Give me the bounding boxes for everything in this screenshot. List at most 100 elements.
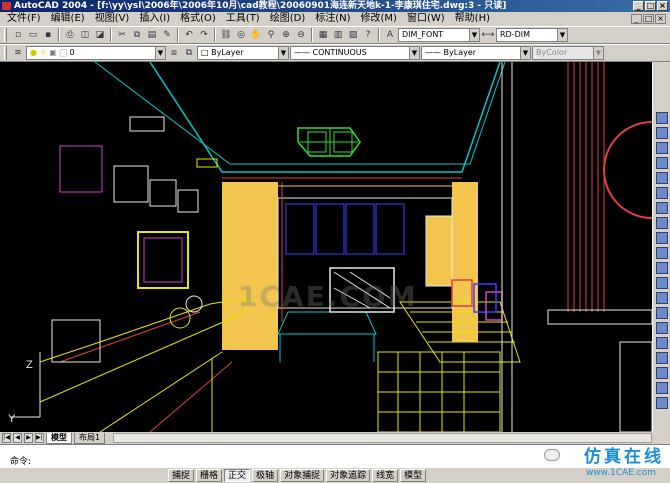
dim-style-icon[interactable]: ⟷ — [481, 28, 495, 42]
menu-view[interactable]: 视图(V) — [90, 12, 135, 26]
redo-icon[interactable]: ↷ — [197, 28, 211, 42]
linetype-sample-icon: —— — [294, 48, 310, 57]
tab-model[interactable]: 模型 — [46, 432, 72, 444]
background-icon[interactable] — [655, 307, 668, 319]
new-file-icon[interactable]: ▫ — [11, 28, 25, 42]
chevron-down-icon: ▼ — [409, 47, 419, 59]
preferences-icon[interactable] — [655, 352, 668, 364]
scene-icon[interactable] — [655, 277, 668, 289]
fog-icon[interactable] — [655, 322, 668, 334]
menu-edit[interactable]: 编辑(E) — [46, 12, 90, 26]
text-style-select[interactable]: DIM_FONT ▼ — [398, 28, 480, 42]
menu-draw[interactable]: 绘图(D) — [265, 12, 311, 26]
view-top-icon[interactable] — [655, 187, 668, 199]
save-icon[interactable]: ▪ — [41, 28, 55, 42]
lineweight-toggle[interactable]: 线宽 — [372, 469, 399, 482]
view-iso-icon[interactable] — [655, 217, 668, 229]
help-icon[interactable]: ? — [361, 28, 375, 42]
shade-icon[interactable] — [655, 112, 668, 124]
cut-icon[interactable]: ✂ — [115, 28, 129, 42]
text-style-icon[interactable]: A — [383, 28, 397, 42]
doc-restore-button[interactable]: □ — [643, 14, 654, 24]
menu-tools[interactable]: 工具(T) — [221, 12, 265, 26]
color-select[interactable]: □ ByLayer ▼ — [197, 46, 289, 60]
layer-name-value: 0 — [69, 48, 75, 57]
linetype-select[interactable]: —— CONTINUOUS ▼ — [290, 46, 420, 60]
maximize-button[interactable]: □ — [645, 1, 656, 11]
orbit-icon[interactable] — [655, 157, 668, 169]
otrack-toggle[interactable]: 对象追踪 — [326, 469, 371, 482]
paste-icon[interactable]: ▤ — [145, 28, 159, 42]
layer-manager-icon[interactable]: ≋ — [11, 46, 25, 60]
menu-insert[interactable]: 插入(I) — [134, 12, 175, 26]
render-icon[interactable] — [655, 127, 668, 139]
box-icon[interactable] — [655, 397, 668, 409]
wall-painting-inner — [143, 237, 183, 283]
print-icon[interactable]: ⎙ — [63, 28, 77, 42]
doc-close-button[interactable]: × — [655, 14, 666, 24]
osnap-icon[interactable]: ◎ — [234, 28, 248, 42]
toolbar-grip[interactable] — [4, 46, 7, 60]
ortho-toggle[interactable]: 正交 — [224, 469, 251, 482]
design-center-icon[interactable]: ▥ — [331, 28, 345, 42]
publish-icon[interactable]: ◪ — [93, 28, 107, 42]
status-bar: 捕捉 栅格 正交 极轴 对象捕捉 对象追踪 线宽 模型 — [0, 468, 670, 483]
camera-icon[interactable] — [655, 232, 668, 244]
minimize-button[interactable]: _ — [633, 1, 644, 11]
match-properties-icon[interactable]: ✎ — [160, 28, 174, 42]
osnap-toggle[interactable]: 对象捕捉 — [280, 469, 325, 482]
undo-icon[interactable]: ↶ — [182, 28, 196, 42]
doc-minimize-button[interactable]: _ — [631, 14, 642, 24]
zoom-realtime-icon[interactable]: ⚲ — [264, 28, 278, 42]
print-preview-icon[interactable]: ◫ — [78, 28, 92, 42]
layout-tabs-bar: |◀ ◀ ▶ ▶| 模型 布局1 — [0, 432, 652, 444]
next-tab-arrow-icon[interactable]: ▶ — [24, 433, 33, 443]
lineweight-select[interactable]: —— ByLayer ▼ — [421, 46, 531, 60]
open-file-icon[interactable]: ▭ — [26, 28, 40, 42]
menu-format[interactable]: 格式(O) — [175, 12, 221, 26]
view-front-icon[interactable] — [655, 172, 668, 184]
polar-toggle[interactable]: 极轴 — [252, 469, 279, 482]
dim-style-select[interactable]: RD-DIM ▼ — [496, 28, 568, 42]
statistics-icon[interactable] — [655, 337, 668, 349]
properties-icon[interactable]: ▦ — [316, 28, 330, 42]
make-current-layer-icon[interactable]: ⧈ — [167, 46, 181, 60]
snap-toggle[interactable]: 捕捉 — [168, 469, 195, 482]
menu-file[interactable]: 文件(F) — [2, 12, 46, 26]
material-icon[interactable] — [655, 262, 668, 274]
horizontal-scrollbar[interactable] — [113, 433, 652, 443]
toolbar-grip[interactable] — [4, 28, 7, 42]
plotstyle-select[interactable]: ByColor ▼ — [532, 46, 604, 60]
grid-toggle[interactable]: 栅格 — [196, 469, 223, 482]
window-pane — [345, 203, 375, 255]
menu-modify[interactable]: 修改(M) — [356, 12, 402, 26]
dim-style-value: RD-DIM — [500, 30, 531, 39]
layer-previous-icon[interactable]: ⧉ — [182, 46, 196, 60]
command-window[interactable]: 命令: — [0, 444, 670, 468]
sphere-icon[interactable] — [655, 367, 668, 379]
hyperlink-icon[interactable]: ⛓ — [219, 28, 233, 42]
autocad-app-icon[interactable] — [2, 2, 11, 10]
first-tab-arrow-icon[interactable]: |◀ — [2, 433, 11, 443]
cone-icon[interactable] — [655, 382, 668, 394]
close-button[interactable]: × — [657, 1, 668, 11]
view-side-icon[interactable] — [655, 202, 668, 214]
prev-tab-arrow-icon[interactable]: ◀ — [13, 433, 22, 443]
drawing-viewport[interactable]: Z Y 1CAE.COM — [0, 62, 652, 432]
menu-window[interactable]: 窗口(W) — [402, 12, 450, 26]
copy-icon[interactable]: ⧉ — [130, 28, 144, 42]
pan-icon[interactable]: ✋ — [249, 28, 263, 42]
menu-dimension[interactable]: 标注(N) — [310, 12, 355, 26]
light-icon[interactable] — [655, 247, 668, 259]
tool-palettes-icon[interactable]: ▧ — [346, 28, 360, 42]
last-tab-arrow-icon[interactable]: ▶| — [35, 433, 44, 443]
separator — [214, 28, 216, 42]
tab-layout1[interactable]: 布局1 — [74, 432, 106, 444]
zoom-previous-icon[interactable]: ⊖ — [294, 28, 308, 42]
model-toggle[interactable]: 模型 — [400, 469, 427, 482]
zoom-window-icon[interactable]: ⊕ — [279, 28, 293, 42]
menu-help[interactable]: 帮助(H) — [450, 12, 495, 26]
landscape-icon[interactable] — [655, 292, 668, 304]
view-3d-icon[interactable] — [655, 142, 668, 154]
layer-select[interactable]: ● ☼ ▣ ■ 0 ▼ — [26, 46, 166, 60]
